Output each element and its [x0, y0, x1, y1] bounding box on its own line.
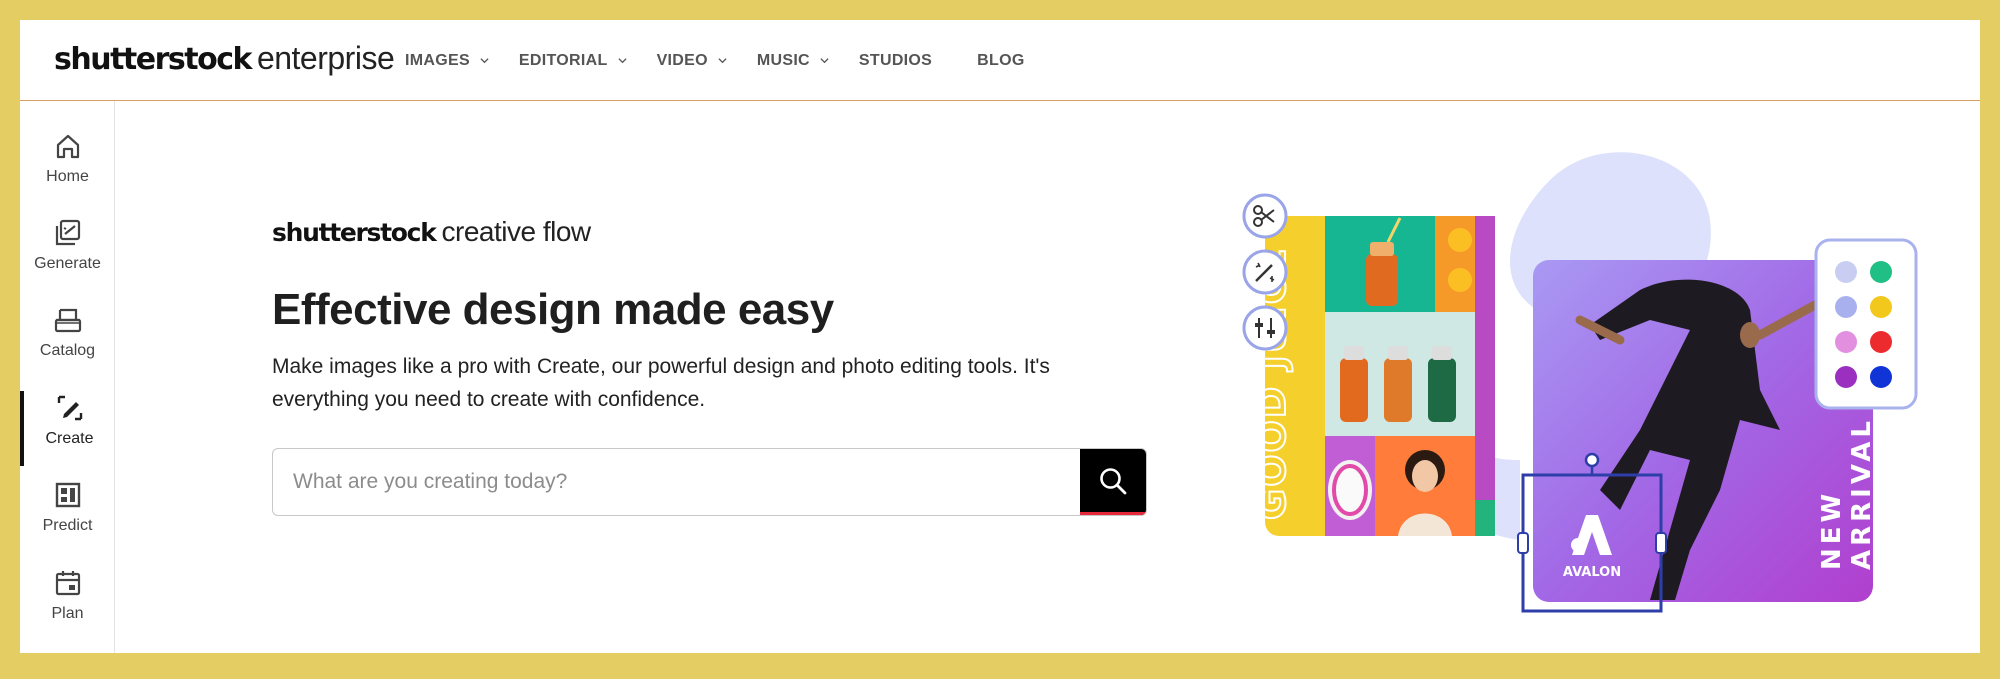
resize-handle-left[interactable]: [1517, 532, 1529, 554]
nav-video-label: VIDEO: [656, 51, 708, 69]
color-swatch[interactable]: [1870, 296, 1892, 318]
plan-icon: [51, 566, 85, 600]
color-swatch[interactable]: [1835, 261, 1857, 283]
home-icon: [51, 129, 85, 163]
color-swatch[interactable]: [1870, 366, 1892, 388]
color-swatch[interactable]: [1835, 331, 1857, 353]
main-nav: IMAGES EDITORIAL VIDEO MUSIC STUDIOS BLO…: [405, 20, 1070, 101]
nav-editorial[interactable]: EDITORIAL: [519, 52, 627, 70]
color-swatch[interactable]: [1870, 261, 1892, 283]
color-swatch-panel: [1814, 238, 1918, 410]
sidebar-item-catalog[interactable]: Catalog: [20, 303, 115, 378]
sidebar-item-label: Predict: [42, 517, 93, 534]
magic-wand-tool[interactable]: [1242, 249, 1288, 295]
resize-handle-right[interactable]: [1655, 532, 1667, 554]
logo-brand: shutterstock: [54, 42, 252, 77]
avalon-logo-text: AVALON: [1563, 565, 1621, 580]
chevron-down-icon: [480, 58, 489, 64]
creative-flow-brand: shutterstock: [272, 218, 437, 247]
creative-flow-logo: shutterstock creative flow: [272, 216, 591, 248]
sidebar-item-create[interactable]: Create: [20, 391, 115, 466]
search-input[interactable]: [273, 449, 1080, 515]
page-title: Effective design made easy: [272, 285, 834, 334]
nav-images-label: IMAGES: [405, 51, 470, 69]
new-arrival-text-1: NEW: [1817, 490, 1847, 570]
sidebar-item-home[interactable]: Home: [20, 129, 115, 204]
sidebar-item-label: Create: [45, 430, 94, 447]
search-icon: [1100, 467, 1127, 494]
scissors-tool[interactable]: [1242, 193, 1288, 239]
nav-blog[interactable]: BLOG: [977, 52, 1024, 70]
chevron-down-icon: [820, 58, 829, 64]
sidebar-item-generate[interactable]: Generate: [20, 216, 115, 291]
sidebar-item-label: Plan: [51, 605, 84, 622]
left-sidebar: Home Generate Catalog Create Predict Pla…: [20, 101, 115, 653]
sidebar-item-label: Catalog: [39, 342, 96, 359]
create-icon: [53, 391, 87, 425]
top-header: shutterstock enterprise IMAGES EDITORIAL…: [20, 20, 1980, 101]
adjust-tool[interactable]: [1242, 305, 1288, 351]
chevron-down-icon: [617, 58, 627, 64]
nav-music[interactable]: MUSIC: [757, 52, 829, 70]
search-bar: [272, 448, 1147, 516]
page-description: Make images like a pro with Create, our …: [272, 355, 1050, 411]
catalog-icon: [51, 303, 85, 337]
nav-studios-label: STUDIOS: [858, 51, 933, 69]
hero-illustration: GOOD JUICE NEW ARRIVAL AVALON: [1242, 152, 1918, 613]
nav-studios[interactable]: STUDIOS: [859, 52, 932, 70]
nav-images[interactable]: IMAGES: [405, 52, 489, 70]
color-swatch[interactable]: [1835, 366, 1857, 388]
good-juice-card: GOOD JUICE: [1249, 216, 1495, 536]
sidebar-item-label: Generate: [34, 255, 101, 272]
sidebar-item-label: Home: [46, 168, 89, 185]
predict-icon: [51, 478, 85, 512]
nav-video[interactable]: VIDEO: [657, 52, 727, 70]
nav-blog-label: BLOG: [977, 51, 1025, 69]
creative-flow-suffix: creative flow: [441, 216, 592, 247]
generate-icon: [51, 216, 85, 250]
chevron-down-icon: [718, 58, 727, 64]
sidebar-item-predict[interactable]: Predict: [20, 478, 115, 553]
nav-editorial-label: EDITORIAL: [518, 51, 608, 69]
search-button[interactable]: [1080, 449, 1146, 515]
color-swatch[interactable]: [1870, 331, 1892, 353]
shutterstock-enterprise-logo[interactable]: shutterstock enterprise: [54, 40, 395, 84]
logo-suffix: enterprise: [256, 40, 395, 76]
color-swatch[interactable]: [1835, 296, 1857, 318]
app-window: shutterstock enterprise IMAGES EDITORIAL…: [20, 20, 1980, 653]
nav-music-label: MUSIC: [756, 51, 810, 69]
sidebar-item-plan[interactable]: Plan: [20, 566, 115, 641]
rotate-handle[interactable]: [1584, 452, 1600, 468]
new-arrival-text-2: ARRIVAL: [1847, 417, 1877, 570]
